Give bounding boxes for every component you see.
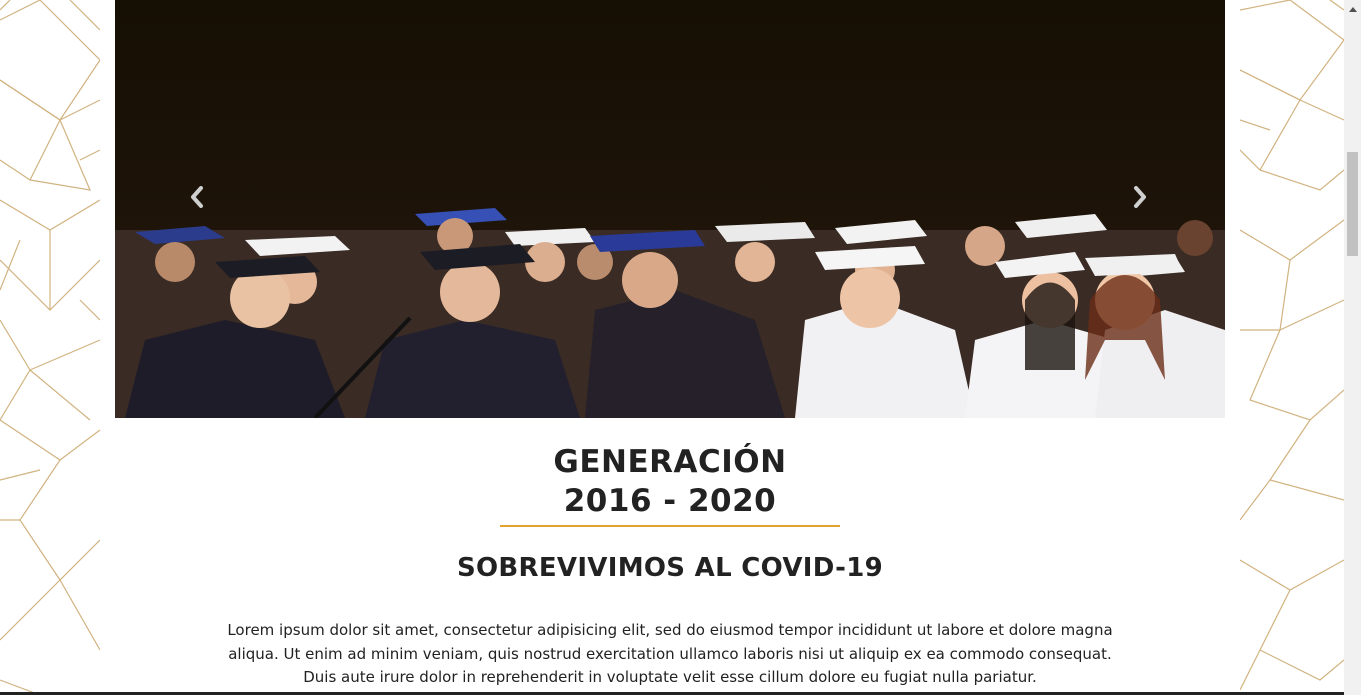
carousel-next-button[interactable]: [1128, 185, 1152, 209]
title-divider: [500, 525, 840, 527]
vertical-scrollbar[interactable]: [1344, 0, 1361, 695]
main-content: GENERACIÓN 2016 - 2020 SOBREVIVIMOS AL C…: [100, 0, 1240, 695]
geometric-pattern-left-svg: [0, 0, 100, 695]
intro-paragraph: Lorem ipsum dolor sit amet, consectetur …: [227, 621, 1113, 686]
scroll-up-button[interactable]: [1344, 0, 1361, 17]
chevron-right-icon: [1134, 186, 1146, 208]
right-geometric-pattern: [1240, 0, 1344, 695]
graduates-photo: [115, 0, 1225, 418]
caret-up-icon: [1348, 6, 1357, 12]
chevron-left-icon: [191, 186, 203, 208]
title-line-generation: GENERACIÓN: [553, 444, 787, 480]
page-title: GENERACIÓN 2016 - 2020: [100, 443, 1240, 521]
left-geometric-pattern: [0, 0, 100, 695]
hero-carousel[interactable]: [115, 0, 1225, 418]
section-subtitle: SOBREVIVIMOS AL COVID-19: [456, 553, 884, 583]
carousel-prev-button[interactable]: [185, 185, 209, 209]
geometric-pattern-right-svg: [1240, 0, 1344, 691]
title-line-years: 2016 - 2020: [563, 483, 777, 519]
scrollbar-thumb[interactable]: [1347, 152, 1358, 256]
